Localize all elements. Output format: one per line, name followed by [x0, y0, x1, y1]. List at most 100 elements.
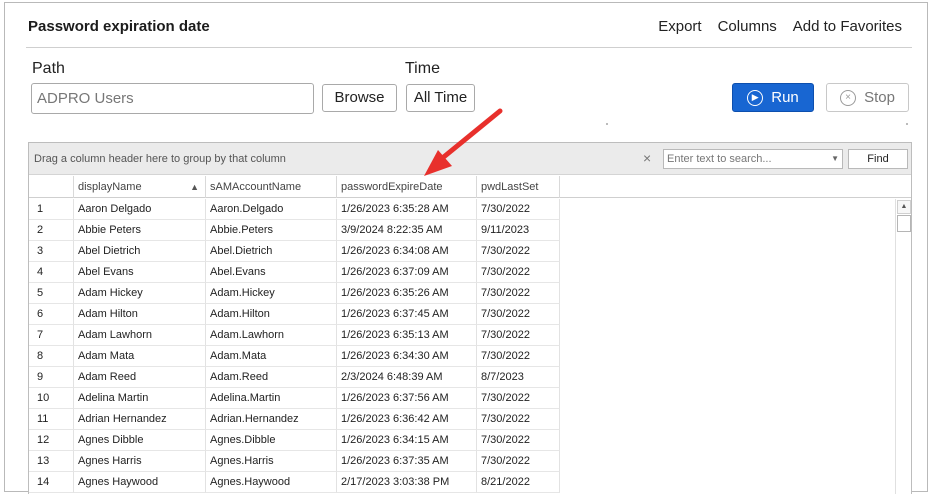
samaccountname-cell: Adrian.Hernandez: [206, 409, 337, 430]
results-grid: Drag a column header here to group by th…: [28, 142, 912, 494]
divider-dot: [906, 123, 908, 125]
row-number-cell: 7: [29, 325, 74, 346]
row-number-cell: 2: [29, 220, 74, 241]
sort-ascending-icon: ▲: [190, 182, 199, 192]
row-number-header: [29, 176, 74, 198]
stop-icon: ×: [840, 89, 857, 106]
pwdlastset-cell: 8/7/2023: [477, 367, 560, 388]
passwordexpiredate-cell: 1/26/2023 6:35:28 AM: [337, 199, 477, 220]
passwordexpiredate-cell: 1/26/2023 6:37:09 AM: [337, 262, 477, 283]
passwordexpiredate-cell: 1/26/2023 6:35:26 AM: [337, 283, 477, 304]
column-header-label: displayName: [78, 181, 142, 193]
pwdlastset-cell: 7/30/2022: [477, 283, 560, 304]
path-input[interactable]: ADPRO Users: [31, 83, 314, 114]
samaccountname-cell: Agnes.Harris: [206, 451, 337, 472]
pwdlastset-cell: 8/21/2022: [477, 472, 560, 493]
table-row[interactable]: 5 Adam Hickey Adam.Hickey 1/26/2023 6:35:26…: [29, 283, 560, 304]
column-header-displayname[interactable]: displayName ▲: [74, 176, 206, 198]
report-title: Password expiration date: [28, 18, 210, 35]
export-link[interactable]: Export: [658, 18, 701, 35]
table-row[interactable]: 6 Adam Hilton Adam.Hilton 1/26/2023 6:37:45…: [29, 304, 560, 325]
table-row[interactable]: 3 Abel Dietrich Abel.Dietrich 1/26/2023 6:3…: [29, 241, 560, 262]
displayname-cell: Adelina Martin: [74, 388, 206, 409]
header-actions: Export Columns Add to Favorites: [658, 18, 902, 35]
table-row[interactable]: 1 Aaron Delgado Aaron.Delgado 1/26/2023 6:3…: [29, 199, 560, 220]
header-divider: [26, 47, 912, 48]
displayname-cell: Abbie Peters: [74, 220, 206, 241]
passwordexpiredate-cell: 3/9/2024 8:22:35 AM: [337, 220, 477, 241]
pwdlastset-cell: 7/30/2022: [477, 388, 560, 409]
row-number-cell: 11: [29, 409, 74, 430]
run-button[interactable]: ▶ Run: [732, 83, 814, 112]
add-to-favorites-link[interactable]: Add to Favorites: [793, 18, 902, 35]
clear-search-icon[interactable]: ×: [643, 150, 651, 166]
table-row[interactable]: 7 Adam Lawhorn Adam.Lawhorn 1/26/2023 6:35:…: [29, 325, 560, 346]
pwdlastset-cell: 7/30/2022: [477, 241, 560, 262]
grid-search-input[interactable]: Enter text to search... ▼: [663, 149, 843, 169]
passwordexpiredate-cell: 1/26/2023 6:37:56 AM: [337, 388, 477, 409]
row-number-cell: 1: [29, 199, 74, 220]
column-header-row: displayName ▲ sAMAccountName passwordExp…: [29, 176, 911, 198]
table-row[interactable]: 13 Agnes Harris Agnes.Harris 1/26/2023 6:37…: [29, 451, 560, 472]
stop-label: Stop: [864, 89, 895, 106]
pwdlastset-cell: 7/30/2022: [477, 451, 560, 472]
pwdlastset-cell: 7/30/2022: [477, 325, 560, 346]
run-label: Run: [771, 89, 799, 106]
table-row[interactable]: 10 Adelina Martin Adelina.Martin 1/26/2023 …: [29, 388, 560, 409]
row-number-cell: 3: [29, 241, 74, 262]
samaccountname-cell: Adam.Mata: [206, 346, 337, 367]
column-header-label: passwordExpireDate: [341, 181, 443, 193]
time-label: Time: [405, 60, 440, 77]
passwordexpiredate-cell: 2/17/2023 3:03:38 PM: [337, 472, 477, 493]
pwdlastset-cell: 7/30/2022: [477, 304, 560, 325]
displayname-cell: Adam Reed: [74, 367, 206, 388]
dropdown-arrow-icon[interactable]: ▼: [831, 150, 839, 168]
row-number-cell: 13: [29, 451, 74, 472]
displayname-cell: Abel Evans: [74, 262, 206, 283]
samaccountname-cell: Agnes.Haywood: [206, 472, 337, 493]
column-header-label: sAMAccountName: [210, 181, 302, 193]
displayname-cell: Adam Hickey: [74, 283, 206, 304]
passwordexpiredate-cell: 1/26/2023 6:35:13 AM: [337, 325, 477, 346]
displayname-cell: Agnes Harris: [74, 451, 206, 472]
pwdlastset-cell: 7/30/2022: [477, 262, 560, 283]
time-select[interactable]: All Time: [406, 84, 475, 112]
displayname-cell: Aaron Delgado: [74, 199, 206, 220]
passwordexpiredate-cell: 1/26/2023 6:36:42 AM: [337, 409, 477, 430]
row-number-cell: 5: [29, 283, 74, 304]
find-button[interactable]: Find: [848, 149, 908, 169]
scroll-up-icon[interactable]: ▲: [897, 200, 911, 214]
table-row[interactable]: 12 Agnes Dibble Agnes.Dibble 1/26/2023 6:34…: [29, 430, 560, 451]
group-panel[interactable]: Drag a column header here to group by th…: [29, 143, 911, 175]
column-header-samaccountname[interactable]: sAMAccountName: [206, 176, 337, 198]
samaccountname-cell: Agnes.Dibble: [206, 430, 337, 451]
column-header-label: pwdLastSet: [481, 181, 539, 193]
displayname-cell: Adam Mata: [74, 346, 206, 367]
displayname-cell: Agnes Haywood: [74, 472, 206, 493]
samaccountname-cell: Abbie.Peters: [206, 220, 337, 241]
samaccountname-cell: Abel.Dietrich: [206, 241, 337, 262]
stop-button[interactable]: × Stop: [826, 83, 909, 112]
browse-button[interactable]: Browse: [322, 84, 397, 112]
vertical-scrollbar[interactable]: ▲: [895, 199, 911, 494]
table-row[interactable]: 8 Adam Mata Adam.Mata 1/26/2023 6:34:30 AM 7…: [29, 346, 560, 367]
table-row[interactable]: 9 Adam Reed Adam.Reed 2/3/2024 6:48:39 AM 8/…: [29, 367, 560, 388]
column-header-pwdlastset[interactable]: pwdLastSet: [477, 176, 560, 198]
columns-link[interactable]: Columns: [718, 18, 777, 35]
scroll-thumb[interactable]: [897, 215, 911, 232]
table-row[interactable]: 11 Adrian Hernandez Adrian.Hernandez 1/26/2…: [29, 409, 560, 430]
pwdlastset-cell: 9/11/2023: [477, 220, 560, 241]
pwdlastset-cell: 7/30/2022: [477, 409, 560, 430]
row-number-cell: 9: [29, 367, 74, 388]
table-row[interactable]: 2 Abbie Peters Abbie.Peters 3/9/2024 8:22:3…: [29, 220, 560, 241]
row-number-cell: 12: [29, 430, 74, 451]
passwordexpiredate-cell: 1/26/2023 6:34:08 AM: [337, 241, 477, 262]
table-row[interactable]: 4 Abel Evans Abel.Evans 1/26/2023 6:37:09 A…: [29, 262, 560, 283]
column-header-passwordexpiredate[interactable]: passwordExpireDate: [337, 176, 477, 198]
samaccountname-cell: Adam.Hickey: [206, 283, 337, 304]
table-row[interactable]: 14 Agnes Haywood Agnes.Haywood 2/17/2023 3:…: [29, 472, 560, 493]
samaccountname-cell: Adelina.Martin: [206, 388, 337, 409]
row-number-cell: 8: [29, 346, 74, 367]
row-number-cell: 10: [29, 388, 74, 409]
pwdlastset-cell: 7/30/2022: [477, 199, 560, 220]
